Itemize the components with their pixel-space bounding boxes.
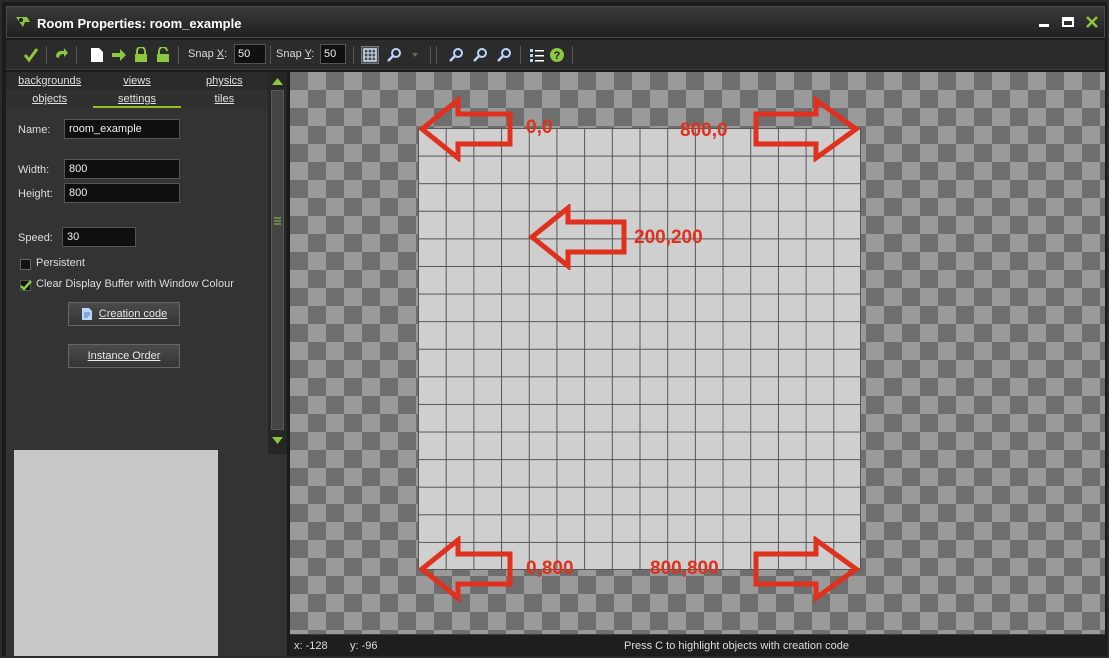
lock-icon[interactable] <box>132 46 150 64</box>
name-field[interactable] <box>64 119 180 139</box>
minimize-icon[interactable] <box>1036 15 1052 29</box>
toolbar-separator <box>520 46 521 64</box>
zoom-in-icon[interactable] <box>496 46 514 64</box>
height-field[interactable] <box>64 183 180 203</box>
properties-panel: backgrounds views physics objects settin… <box>6 72 287 656</box>
tabs-row-top: backgrounds views physics <box>6 72 268 90</box>
document-icon <box>81 308 92 320</box>
zoom-reset-icon[interactable] <box>472 46 490 64</box>
toolbar-separator <box>270 46 271 64</box>
zoom-icon[interactable] <box>386 46 404 64</box>
annotation-middle: 200,200 <box>634 227 703 248</box>
panel-scrollbar[interactable] <box>268 72 287 454</box>
ok-check-icon[interactable] <box>22 46 40 64</box>
cursor-x-readout: x: -128 <box>294 640 328 652</box>
tab-objects[interactable]: objects <box>6 90 93 108</box>
instance-order-label: Instance Order <box>87 350 161 362</box>
tabs-row-bottom: objects settings tiles <box>6 90 268 108</box>
room-grid[interactable] <box>418 128 861 570</box>
close-icon[interactable] <box>1084 15 1100 29</box>
tab-tiles[interactable]: tiles <box>181 90 268 108</box>
toolbar-separator <box>430 46 431 64</box>
clear-icon[interactable] <box>88 46 106 64</box>
check-icon <box>20 280 32 291</box>
instance-order-button[interactable]: Instance Order <box>68 344 180 368</box>
arrow-left-icon <box>418 96 513 162</box>
svg-text:?: ? <box>554 50 561 62</box>
annotation-bottom-left: 0,800 <box>526 558 574 579</box>
clear-display-label: Clear Display Buffer with Window Colour <box>36 278 234 290</box>
snap-y-label: Snap Y: <box>276 48 315 60</box>
unlock-icon[interactable] <box>154 46 172 64</box>
status-message: Press C to highlight objects with creati… <box>624 640 850 652</box>
toolbar: Snap X: Snap Y: ? <box>6 40 1105 70</box>
tab-physics[interactable]: physics <box>181 72 268 90</box>
title-bar: Room Properties: room_example <box>6 6 1105 38</box>
annotation-bottom-right: 800,800 <box>650 558 719 579</box>
height-label: Height: <box>18 188 53 200</box>
clear-display-checkbox[interactable] <box>20 280 32 291</box>
scroll-down-icon[interactable] <box>268 434 287 448</box>
room-preview <box>14 450 218 656</box>
toolbar-separator <box>353 46 354 64</box>
arrow-left-icon <box>418 536 513 602</box>
room-properties-window: Room Properties: room_example Snap X: 50… <box>0 0 1109 658</box>
toolbar-separator <box>572 46 573 64</box>
snap-y-input[interactable] <box>320 44 346 64</box>
creation-code-button[interactable]: Creation code <box>68 302 180 326</box>
gamemaker-logo-icon <box>15 15 31 29</box>
width-field[interactable] <box>64 159 180 179</box>
annotation-origin: 0,0 <box>526 117 553 138</box>
list-icon[interactable] <box>528 46 546 64</box>
arrow-right-icon <box>753 536 860 602</box>
persistent-label: Persistent <box>36 257 85 269</box>
window-title: Room Properties: room_example <box>37 16 242 31</box>
grid-icon[interactable] <box>361 46 379 64</box>
help-icon[interactable]: ? <box>548 46 566 64</box>
arrow-right-icon <box>753 96 860 162</box>
scroll-up-icon[interactable] <box>268 74 287 88</box>
chevron-down-icon[interactable] <box>406 46 424 64</box>
tab-settings[interactable]: settings <box>93 90 181 108</box>
tab-backgrounds[interactable]: backgrounds <box>6 72 93 90</box>
tab-views[interactable]: views <box>93 72 180 90</box>
speed-label: Speed: <box>18 232 53 244</box>
persistent-checkbox[interactable] <box>20 259 31 270</box>
toolbar-separator <box>46 46 47 64</box>
scrollbar-thumb[interactable] <box>271 90 284 430</box>
width-label: Width: <box>18 164 50 176</box>
cursor-y-readout: y: -96 <box>350 640 378 652</box>
snap-x-input[interactable] <box>234 44 266 64</box>
arrow-left-icon <box>528 204 627 270</box>
name-label: Name: <box>18 124 51 136</box>
annotation-top-right: 800,0 <box>680 120 728 141</box>
maximize-icon[interactable] <box>1060 15 1076 29</box>
undo-icon[interactable] <box>52 46 70 64</box>
toolbar-separator <box>178 46 179 64</box>
room-canvas[interactable]: 0,0 800,0 200,200 0,800 800,800 <box>290 72 1105 634</box>
zoom-out-icon[interactable] <box>448 46 466 64</box>
shift-icon[interactable] <box>110 46 128 64</box>
status-bar: x: -128 y: -96 Press C to highlight obje… <box>290 634 1105 656</box>
creation-code-label: Creation code <box>98 308 168 320</box>
toolbar-separator <box>436 46 437 64</box>
toolbar-separator <box>76 46 77 64</box>
speed-field[interactable] <box>62 227 136 247</box>
snap-x-label: Snap X: <box>188 48 228 60</box>
